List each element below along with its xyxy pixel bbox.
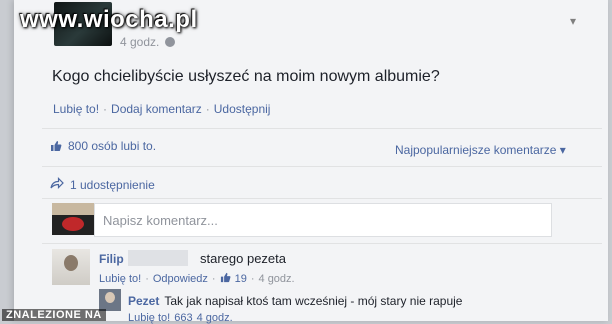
reply-author[interactable]: Pezet — [128, 294, 159, 308]
divider — [42, 166, 602, 167]
comment-text: starego pezeta — [200, 251, 287, 266]
comment-author[interactable]: Filip — [99, 252, 124, 266]
redacted-surname — [128, 250, 188, 266]
comment-time[interactable]: 4 godz. — [259, 273, 295, 285]
current-user-avatar — [52, 203, 94, 235]
post-actions: Lubię to! · Dodaj komentarz · Udostępnij — [53, 102, 270, 116]
comment-like-count[interactable]: 19 — [235, 273, 247, 285]
separator: · — [205, 102, 210, 116]
share-link[interactable]: Udostępnij — [214, 102, 271, 116]
reply-like-count[interactable]: 663 — [174, 312, 192, 324]
reply-meta: Lubię to! 663 4 godz. — [128, 312, 233, 324]
footer-watermark: ZNALEZIONE NA — [2, 309, 106, 321]
separator: · — [250, 273, 255, 285]
divider — [42, 243, 602, 244]
post-time-label[interactable]: 4 godz. — [120, 35, 159, 49]
reply-time[interactable]: 4 godz. — [197, 312, 233, 324]
shares-summary[interactable]: 1 udostępnienie — [50, 177, 155, 192]
shares-count[interactable]: 1 udostępnienie — [70, 178, 155, 192]
comment-like-link[interactable]: Lubię to! — [99, 273, 141, 285]
divider — [42, 128, 602, 129]
like-link[interactable]: Lubię to! — [53, 102, 99, 116]
reply: Pezet Tak jak napisał ktoś tam wcześniej … — [128, 294, 462, 308]
separator: · — [103, 102, 108, 116]
separator: · — [145, 273, 149, 285]
chevron-down-icon[interactable]: ▾ — [570, 14, 576, 28]
share-arrow-icon — [50, 177, 64, 192]
comment-link[interactable]: Dodaj komentarz — [111, 102, 202, 116]
site-watermark: www.wiocha.pl — [20, 6, 198, 33]
separator: · — [211, 273, 216, 285]
reply-like-link[interactable]: Lubię to! — [128, 312, 170, 324]
likes-count[interactable]: 800 osób lubi to. — [68, 139, 156, 153]
post-timestamp[interactable]: 4 godz. — [120, 35, 176, 49]
likes-summary[interactable]: 800 osób lubi to. — [50, 139, 156, 153]
comment-meta: Lubię to! · Odpowiedz · 19 · 4 godz. — [99, 272, 295, 286]
thumbs-up-icon — [50, 140, 62, 152]
reply-author-avatar[interactable] — [99, 289, 121, 311]
comment-author-avatar[interactable] — [52, 249, 90, 285]
comment-sort-dropdown[interactable]: Najpopularniejsze komentarze ▾ — [395, 143, 566, 157]
divider — [42, 198, 602, 199]
thumbs-up-icon — [220, 272, 231, 286]
post-text: Kogo chcielibyście usłyszeć na moim nowy… — [52, 68, 440, 85]
globe-icon — [165, 37, 176, 47]
comment-reply-link[interactable]: Odpowiedz — [153, 273, 208, 285]
reply-text: Tak jak napisał ktoś tam wcześniej - mój… — [164, 294, 463, 308]
comment-input[interactable] — [94, 203, 552, 237]
